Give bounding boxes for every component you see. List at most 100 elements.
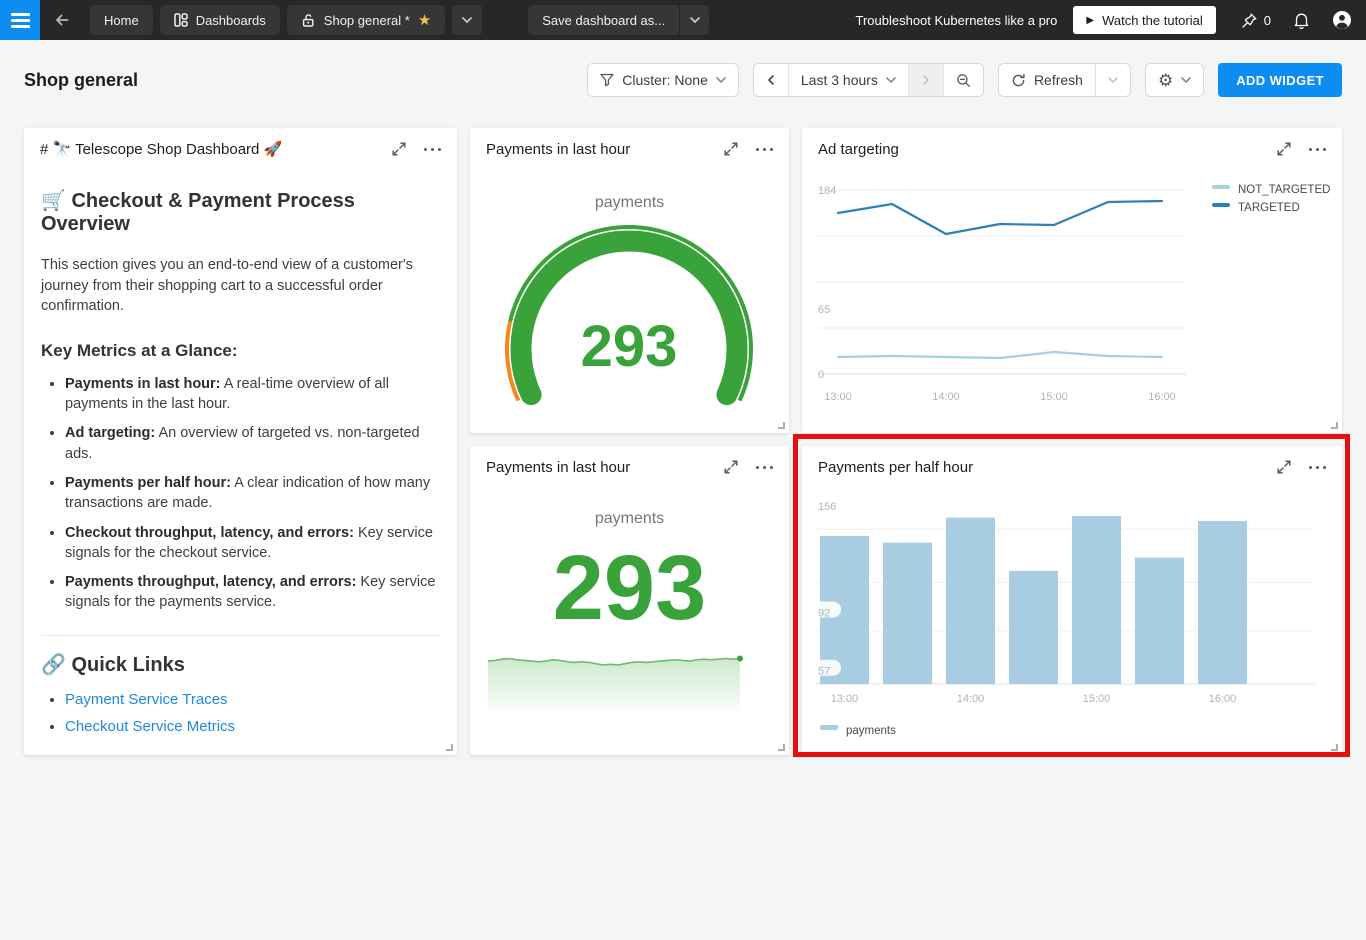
refresh-icon	[1011, 73, 1026, 88]
widget-title: Payments per half hour	[818, 459, 973, 476]
dashboard-tab-menu-button[interactable]	[452, 5, 482, 35]
metric-item: Checkout throughput, latency, and errors…	[65, 523, 440, 564]
refresh-button[interactable]: Refresh	[999, 64, 1095, 96]
svg-text:65: 65	[818, 304, 830, 316]
svg-text:14:00: 14:00	[957, 693, 985, 705]
markdown-heading: 🛒 Checkout & Payment Process Overview	[41, 188, 440, 236]
svg-text:293: 293	[581, 314, 678, 379]
metric-term: Checkout throughput, latency, and errors…	[65, 525, 354, 541]
markdown-intro: This section gives you an end-to-end vie…	[41, 255, 440, 317]
play-icon: ▶	[1086, 15, 1094, 26]
nav-dashboards-button[interactable]: Dashboards	[160, 5, 280, 35]
quick-link[interactable]: Payment Service Traces	[65, 691, 228, 708]
resize-handle[interactable]	[1331, 422, 1338, 429]
nav-tabs: Home Dashboards Shop general * ★	[90, 5, 482, 35]
bell-icon	[1293, 11, 1310, 29]
widget-menu-button[interactable]	[1309, 462, 1326, 473]
chevron-left-icon	[768, 75, 774, 85]
widget-menu-button[interactable]	[424, 144, 441, 155]
quick-link-item: Checkout Service Metrics	[65, 718, 440, 735]
watch-tutorial-button[interactable]: ▶ Watch the tutorial	[1073, 6, 1215, 34]
pin-icon	[1241, 12, 1258, 29]
widget-ad-targeting: Ad targeting 18465013:0014:0015:0016:00N…	[802, 128, 1342, 433]
svg-text:16:00: 16:00	[1148, 391, 1176, 403]
zoom-out-icon	[956, 73, 971, 88]
svg-text:15:00: 15:00	[1083, 693, 1111, 705]
legend-item[interactable]: NOT_TARGETED	[1212, 184, 1330, 196]
promo-text: Troubleshoot Kubernetes like a pro	[856, 13, 1058, 28]
gear-icon: ⚙	[1158, 72, 1173, 89]
widget-menu-button[interactable]	[756, 144, 773, 155]
nav-current-dashboard-tab[interactable]: Shop general * ★	[287, 5, 445, 35]
metrics-list: Payments in last hour: A real-time overv…	[41, 374, 440, 613]
pinned-items-button[interactable]: 0	[1230, 0, 1282, 40]
expand-widget-icon[interactable]	[392, 142, 406, 156]
expand-widget-icon[interactable]	[1277, 142, 1291, 156]
resize-handle[interactable]	[1331, 744, 1338, 751]
expand-widget-icon[interactable]	[724, 142, 738, 156]
metric-term: Ad targeting:	[65, 425, 155, 441]
chevron-right-icon	[923, 75, 929, 85]
quick-link[interactable]: Checkout Service Metrics	[65, 718, 235, 735]
svg-text:156: 156	[818, 501, 836, 513]
page-header: Shop general Cluster: None Last 3 hours	[24, 62, 1342, 98]
dashboard-settings-button[interactable]: ⚙	[1146, 64, 1203, 96]
hamburger-menu-button[interactable]	[0, 0, 40, 40]
cluster-filter-button[interactable]: Cluster: None	[588, 64, 738, 96]
svg-text:13:00: 13:00	[824, 391, 852, 403]
widget-title: Payments in last hour	[486, 141, 630, 158]
payments-big-number: 293	[470, 542, 789, 634]
svg-text:14:00: 14:00	[932, 391, 960, 403]
zoom-out-time-button[interactable]	[943, 64, 983, 96]
chevron-down-icon	[690, 17, 700, 23]
bar	[946, 518, 995, 684]
resize-handle[interactable]	[778, 422, 785, 429]
resize-handle[interactable]	[446, 744, 453, 751]
watch-tutorial-label: Watch the tutorial	[1102, 13, 1203, 28]
favorite-star-icon[interactable]: ★	[418, 13, 431, 28]
user-avatar-button[interactable]	[1321, 0, 1366, 40]
widget-menu-button[interactable]	[1309, 144, 1326, 155]
widget-title: # 🔭 Telescope Shop Dashboard 🚀	[40, 140, 282, 158]
dashboards-icon	[174, 13, 188, 27]
chevron-down-icon	[1108, 77, 1118, 83]
widget-payments-number: Payments in last hour payments 293	[470, 446, 789, 755]
refresh-options-button[interactable]	[1095, 64, 1130, 96]
cluster-filter-label: Cluster: None	[622, 72, 708, 88]
dashboard-page: Home Dashboards Shop general * ★ Save da…	[0, 0, 1366, 940]
add-widget-button[interactable]: ADD WIDGET	[1218, 63, 1342, 97]
lock-open-icon	[301, 13, 316, 28]
expand-widget-icon[interactable]	[724, 460, 738, 474]
bar	[1135, 558, 1184, 684]
top-navbar: Home Dashboards Shop general * ★ Save da…	[0, 0, 1366, 40]
number-series-label: payments	[470, 510, 789, 528]
quick-link-item: Payment Service Traces	[65, 691, 440, 708]
save-dashboard-as-label: Save dashboard as...	[542, 13, 665, 28]
svg-text:57: 57	[818, 666, 830, 678]
hamburger-icon	[11, 10, 30, 31]
widget-menu-button[interactable]	[756, 462, 773, 473]
time-forward-button[interactable]	[908, 64, 943, 96]
bar	[883, 543, 932, 684]
back-button[interactable]	[40, 0, 84, 40]
notifications-button[interactable]	[1282, 0, 1321, 40]
svg-text:184: 184	[818, 185, 836, 197]
legend-item[interactable]: TARGETED	[1212, 202, 1300, 214]
metrics-heading: Key Metrics at a Glance:	[41, 341, 440, 361]
resize-handle[interactable]	[778, 744, 785, 751]
time-range-button[interactable]: Last 3 hours	[788, 64, 908, 96]
widget-title: Ad targeting	[818, 141, 899, 158]
avatar-icon	[1332, 10, 1352, 30]
metric-term: Payments per half hour:	[65, 475, 231, 491]
svg-text:payments: payments	[846, 725, 896, 737]
save-dashboard-menu-button[interactable]	[679, 5, 709, 35]
nav-home-button[interactable]: Home	[90, 5, 153, 35]
time-back-button[interactable]	[754, 64, 788, 96]
legend-item[interactable]: payments	[820, 725, 896, 737]
payments-bar-chart: 156925713:0014:0015:0016:00payments	[802, 446, 1342, 755]
refresh-label: Refresh	[1034, 72, 1083, 88]
chevron-down-icon	[716, 77, 726, 83]
expand-widget-icon[interactable]	[1277, 460, 1291, 474]
metric-item: Payments throughput, latency, and errors…	[65, 572, 440, 613]
save-dashboard-as-button[interactable]: Save dashboard as...	[528, 5, 679, 35]
